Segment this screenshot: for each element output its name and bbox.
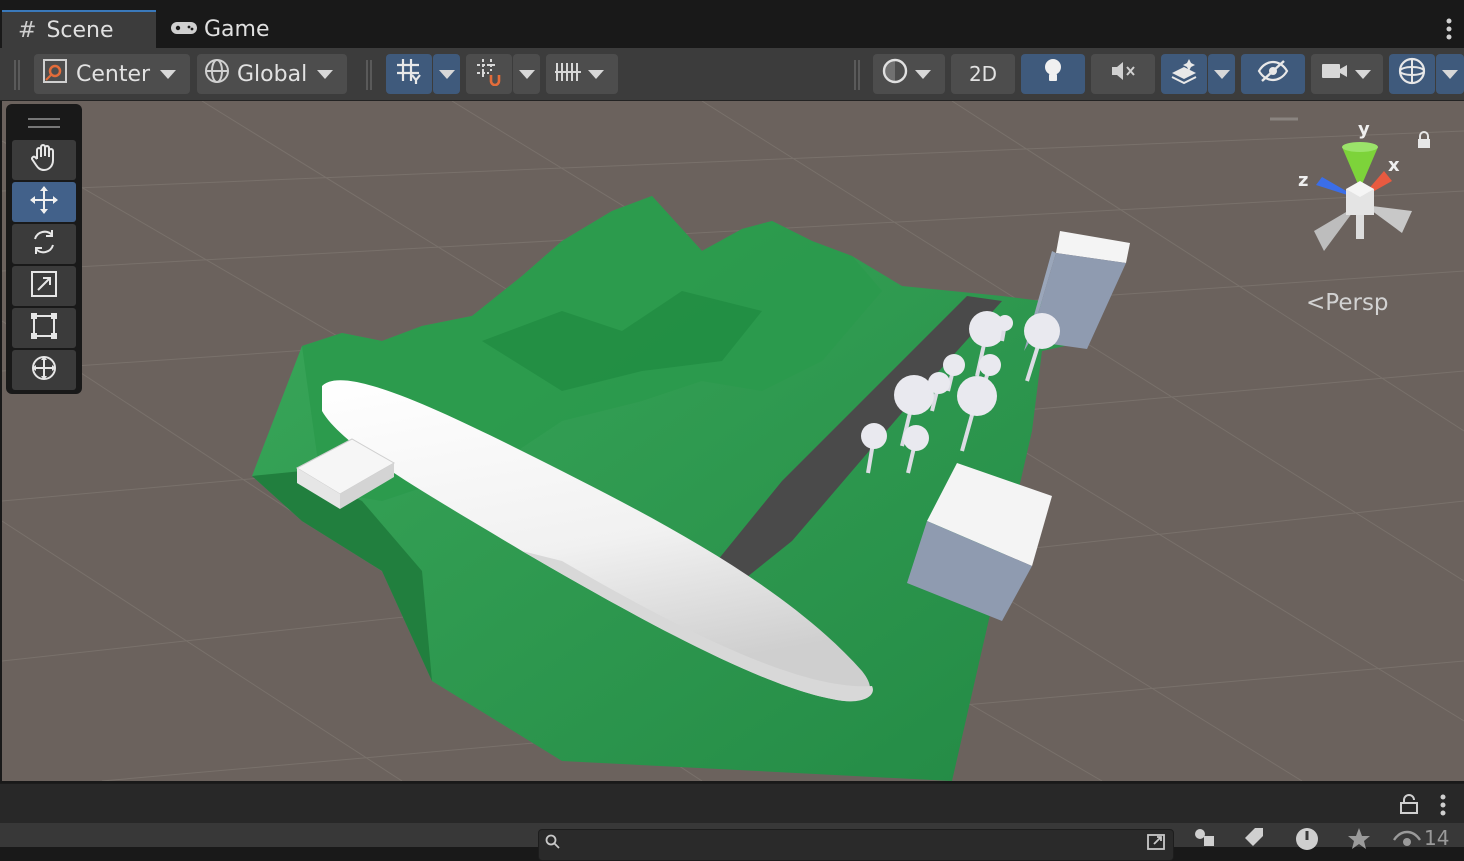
rotate-icon [29,227,59,261]
toolbar-grip[interactable] [854,60,860,90]
chevron-left-icon: < [1306,290,1326,316]
draw-mode-dropdown[interactable] [873,54,945,94]
space-mode-dropdown[interactable]: Global [197,54,347,94]
camera-icon [1321,60,1349,88]
visibility-count: 14 [1424,826,1450,850]
eye-slash-icon [1257,59,1289,89]
scene-render: y x z [2,101,1464,781]
transform-icon [28,352,60,388]
toolbar-grip[interactable] [14,60,20,90]
gizmos-toggle[interactable] [1389,54,1435,94]
tab-bar: # Scene Game [0,0,1464,48]
chevron-down-icon [1355,69,1371,79]
scale-tool-button[interactable] [12,266,76,306]
eye-icon [1392,826,1422,853]
warning-icon [1294,826,1320,855]
increment-snap-dropdown[interactable] [513,54,540,94]
gizmo-sphere-icon [1397,56,1427,92]
search-input[interactable] [538,829,1174,861]
hand-icon [29,143,59,177]
pivot-mode-dropdown[interactable]: Center [34,54,190,94]
chevron-down-icon [1213,69,1230,79]
pivot-mode-label: Center [76,61,151,87]
scene-visibility-toggle[interactable] [1241,54,1305,94]
gizmo-y-label: y [1358,119,1370,140]
search-icon [545,834,561,854]
gizmo-z-label: z [1298,170,1308,191]
bottom-panel-header [0,783,1464,824]
gamepad-icon [170,17,198,42]
panel-menu-icon[interactable] [1440,794,1446,820]
filter-type-button[interactable] [1182,826,1228,856]
effects-toggle[interactable] [1161,54,1207,94]
ruler-icon [554,57,582,91]
chevron-down-icon [518,69,535,79]
tab-game[interactable]: Game [160,10,310,48]
star-icon [1346,826,1372,855]
gizmo-x-label: x [1388,155,1400,176]
filter-issues-button[interactable] [1284,826,1330,856]
shading-sphere-icon [881,57,909,91]
rect-tool-button[interactable] [12,308,76,348]
lock-icon[interactable] [1418,131,1430,148]
projection-label: Persp [1325,290,1389,316]
tag-icon [1243,826,1267,853]
transform-tool-button[interactable] [12,350,76,390]
tab-game-label: Game [204,16,270,42]
hash-icon: # [18,17,37,43]
move-arrows-icon [28,184,60,220]
rect-transform-icon [29,311,59,345]
visibility-count-button[interactable]: 14 [1392,826,1462,856]
camera-settings-dropdown[interactable] [1311,54,1383,94]
chevron-down-icon [438,69,455,79]
magnet-grid-icon [474,56,504,92]
grid-snap-button[interactable] [386,54,432,94]
tab-scene-label: Scene [46,17,114,43]
toggle-2d-label: 2D [968,62,998,86]
orientation-gizmo[interactable]: y x z [1270,117,1412,251]
grid-snap-icon [394,56,424,92]
globe-icon [203,57,231,91]
scene-toolbar: Center Global 2D [0,48,1464,101]
increment-snap-button[interactable] [466,54,512,94]
layers-sparkle-icon [1169,57,1199,91]
chevron-down-icon [317,69,334,79]
rotate-tool-button[interactable] [12,224,76,264]
tab-scene[interactable]: # Scene [2,10,156,48]
scene-viewport[interactable]: y x z [2,101,1464,781]
tools-overlay [6,104,82,394]
speaker-mute-icon [1109,59,1137,89]
chevron-down-icon [915,69,931,79]
pivot-icon [42,58,68,90]
audio-toggle[interactable] [1091,54,1155,94]
gizmos-dropdown[interactable] [1436,54,1464,94]
expand-icon[interactable] [1147,833,1167,855]
snap-settings-dropdown[interactable] [546,54,618,94]
lighting-toggle[interactable] [1021,54,1085,94]
filter-label-button[interactable] [1232,826,1278,856]
hand-tool-button[interactable] [12,140,76,180]
move-tool-button[interactable] [12,182,76,222]
chevron-down-icon [160,69,177,79]
scale-icon [29,269,59,303]
tab-menu-icon[interactable] [1446,18,1452,40]
projection-toggle[interactable]: <Persp [1306,290,1389,316]
toggle-2d-button[interactable]: 2D [951,54,1015,94]
favorites-button[interactable] [1336,826,1382,856]
lock-icon[interactable] [1400,794,1418,818]
effects-dropdown[interactable] [1208,54,1235,94]
toolbar-grip[interactable] [366,60,372,90]
overlay-grip[interactable] [28,118,60,128]
space-mode-label: Global [237,61,308,87]
chevron-down-icon [588,69,604,79]
lightbulb-icon [1041,57,1065,91]
shapes-icon [1192,826,1218,853]
chevron-down-icon [1442,69,1458,79]
grid-snap-dropdown[interactable] [433,54,460,94]
